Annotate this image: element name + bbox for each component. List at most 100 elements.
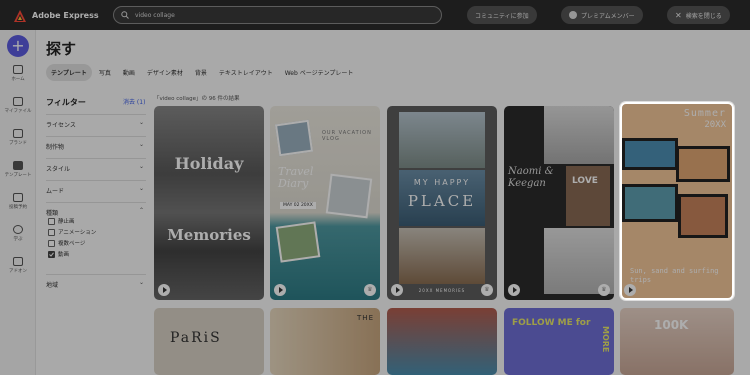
filter-title: フィルター	[46, 98, 86, 107]
sidebar-item-schedule[interactable]: 投稿予約	[0, 193, 36, 210]
tab-photos[interactable]: 写真	[94, 64, 116, 81]
sidebar-item-files[interactable]: マイファイル	[0, 97, 36, 114]
filter-region[interactable]: 地域 ⌄	[46, 274, 146, 296]
tab-text-layouts[interactable]: テキストレイアウト	[214, 64, 278, 81]
app-title: Adobe Express	[32, 10, 99, 20]
template-card-travel-diary[interactable]: OUR VACATION VLOG Travel Diary MAY 02 20…	[270, 106, 380, 300]
chevron-down-icon: ⌄	[138, 163, 144, 170]
template-card-beach[interactable]: THE	[270, 308, 380, 375]
filter-section-label: ライセンス	[46, 122, 76, 129]
calendar-icon	[13, 193, 23, 202]
photo-frame	[325, 173, 373, 219]
photo-frame	[399, 228, 485, 284]
sidebar-item-label: テンプレート	[4, 173, 32, 178]
play-icon[interactable]	[391, 284, 403, 296]
filter-mood[interactable]: ムード ⌄	[46, 180, 146, 202]
checkbox-label: 動画	[58, 252, 70, 258]
category-tabs: テンプレート 写真 動画 デザイン素材 背景 テキストレイアウト Web ページ…	[46, 64, 358, 81]
sidebar-item-brand[interactable]: ブランド	[0, 129, 36, 146]
checkbox-still[interactable]: 静止画	[48, 217, 75, 225]
brand-icon	[13, 129, 23, 138]
home-icon	[13, 65, 23, 74]
sidebar-item-learn[interactable]: 学ぶ	[0, 225, 36, 242]
sidebar-item-templates[interactable]: テンプレート	[0, 161, 36, 178]
clear-filters-link[interactable]: 消去 (1)	[123, 97, 145, 106]
chevron-down-icon: ⌄	[138, 141, 144, 148]
play-icon[interactable]	[508, 284, 520, 296]
sidebar-item-label: 投稿予約	[9, 205, 27, 210]
premium-label: プレミアムメンバー	[581, 12, 635, 20]
filter-product[interactable]: 制作物 ⌄	[46, 136, 146, 158]
premium-crown-icon: ♛	[481, 284, 493, 296]
sidebar-item-addons[interactable]: アドオン	[0, 257, 36, 274]
premium-crown-icon: ♛	[598, 284, 610, 296]
tab-videos[interactable]: 動画	[118, 64, 140, 81]
adobe-express-logo-icon[interactable]	[13, 8, 27, 22]
template-card-100k[interactable]: 100K	[620, 308, 734, 375]
chevron-down-icon: ⌄	[138, 185, 144, 192]
play-icon[interactable]	[158, 284, 170, 296]
card-text: MORE	[601, 326, 610, 353]
community-label: コミュニティに参加	[475, 12, 529, 20]
checkbox-label: 複数ページ	[58, 241, 86, 247]
filter-section-label: 地域	[46, 282, 59, 289]
card-text: MY HAPPY	[413, 178, 471, 187]
template-card-ocean[interactable]	[387, 308, 497, 375]
sidebar-item-label: マイファイル	[4, 109, 32, 114]
checkbox-box[interactable]	[48, 217, 55, 225]
checkbox-animation[interactable]: アニメーション	[48, 228, 96, 236]
filter-section-label: 制作物	[46, 144, 65, 151]
template-card-follow-me[interactable]: FOLLOW ME for MORE	[504, 308, 614, 375]
card-text: PLACE	[407, 192, 477, 210]
play-icon[interactable]	[274, 284, 286, 296]
photo-frame	[274, 119, 314, 157]
premium-button[interactable]: プレミアムメンバー	[561, 6, 643, 24]
checkbox-box[interactable]	[48, 228, 55, 236]
filter-section-label: 種類	[46, 210, 59, 217]
card-text: Holiday	[174, 154, 244, 173]
tab-web-pages[interactable]: Web ページテンプレート	[280, 64, 359, 81]
card-text: PaRiS	[170, 330, 222, 346]
card-text: Memories	[167, 226, 251, 244]
template-card-happy-place[interactable]: MY HAPPY PLACE 20XX MEMORIES ♛	[387, 106, 497, 300]
checkbox-box[interactable]	[48, 239, 55, 247]
tab-design-assets[interactable]: デザイン素材	[142, 64, 188, 81]
photo-frame	[275, 221, 321, 263]
close-search-button[interactable]: ✕ 検索を閉じる	[667, 6, 730, 24]
tab-backgrounds[interactable]: 背景	[190, 64, 212, 81]
lightbulb-icon	[13, 225, 23, 234]
sidebar-item-label: アドオン	[9, 269, 27, 274]
card-text: 100K	[654, 318, 689, 332]
folder-icon	[13, 97, 23, 106]
checkbox-label: アニメーション	[58, 230, 97, 236]
template-card-holiday[interactable]: Holiday Memories	[154, 106, 264, 300]
checkbox-multipage[interactable]: 複数ページ	[48, 239, 85, 247]
chevron-up-icon: ⌃	[138, 207, 144, 214]
filter-section-label: スタイル	[46, 166, 71, 173]
sidebar-item-label: ブランド	[9, 141, 27, 146]
tab-templates[interactable]: テンプレート	[46, 64, 92, 81]
checkbox-video[interactable]: 動画	[48, 250, 69, 258]
template-card-paris[interactable]: PaRiS	[154, 308, 264, 375]
search-input[interactable]	[135, 11, 415, 19]
addon-icon	[13, 257, 23, 266]
sidebar-item-home[interactable]: ホーム	[0, 65, 36, 82]
card-text: OUR VACATION VLOG	[322, 130, 372, 142]
community-button[interactable]: コミュニティに参加	[467, 6, 537, 24]
card-text: FOLLOW ME for	[512, 318, 591, 328]
filter-style[interactable]: スタイル ⌄	[46, 158, 146, 180]
create-button[interactable]: +	[7, 35, 29, 57]
search-icon	[121, 11, 129, 19]
template-card-wedding[interactable]: Naomi & Keegan LOVE ♛	[504, 106, 614, 300]
search-bar[interactable]	[113, 6, 442, 24]
photo-frame	[399, 112, 485, 168]
chevron-down-icon: ⌄	[138, 119, 144, 126]
filter-section-label: ムード	[46, 188, 65, 195]
page-title: 探す	[46, 40, 77, 58]
card-text: Naomi & Keegan	[508, 166, 554, 189]
filter-type[interactable]: 種類 ⌃	[46, 202, 146, 274]
checkbox-box-checked[interactable]	[48, 250, 55, 258]
close-icon: ✕	[675, 10, 682, 20]
filter-license[interactable]: ライセンス ⌄	[46, 114, 146, 136]
card-text: MAY 02 20XX	[280, 202, 316, 209]
